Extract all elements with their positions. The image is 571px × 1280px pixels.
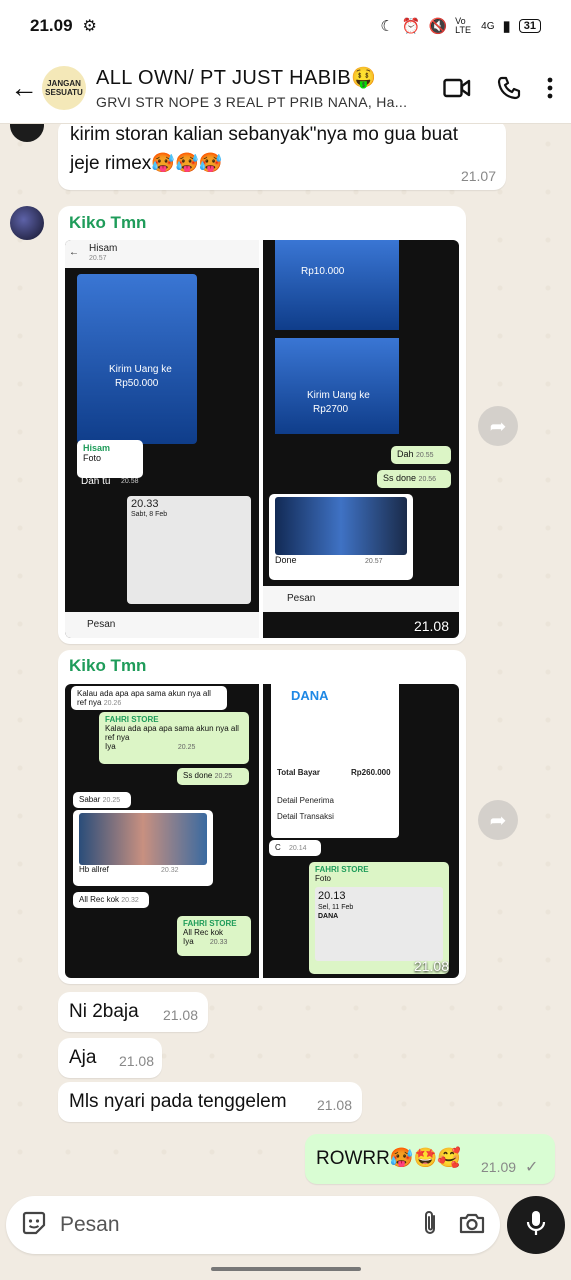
battery-icon: 31	[518, 19, 541, 33]
alarm-icon: ⏰	[401, 18, 421, 35]
sticker-icon[interactable]	[20, 1209, 48, 1242]
status-time: 21.09	[30, 16, 73, 35]
attach-icon[interactable]	[420, 1209, 440, 1242]
sender-avatar[interactable]	[10, 206, 44, 240]
message-bubble[interactable]: Aja 21.08	[58, 1038, 162, 1078]
header-text[interactable]: ALL OWN/ PT JUST HABIB🤑 GRVI STR NOPE 3 …	[96, 65, 435, 110]
mic-icon	[525, 1209, 547, 1242]
message-time: 21.07	[460, 168, 496, 184]
message-input-bar[interactable]: Pesan	[6, 1196, 500, 1254]
video-call-icon[interactable]	[443, 77, 471, 99]
message-time: 21.08	[316, 1097, 352, 1113]
message-text: Aja	[69, 1047, 97, 1068]
outgoing-message-bubble[interactable]: ROWRR🥵🤩🥰 21.09 ✓	[305, 1134, 555, 1184]
image-tile[interactable]: DANA Total Bayar Rp260.000 Detail Peneri…	[263, 684, 459, 978]
message-text: ROWRR🥵🤩🥰	[316, 1148, 461, 1169]
chat-area[interactable]: kirim storan kalian sebanyak"nya mo gua …	[0, 124, 571, 1194]
group-avatar[interactable]: JANGAN SESUATU	[42, 65, 86, 110]
signal-icon: ▮	[502, 18, 511, 35]
status-icons: ☾ ⏰ 🔇 Vo LTE 4G ▮ 31	[380, 17, 541, 35]
chat-header[interactable]: ← JANGAN SESUATU ALL OWN/ PT JUST HABIB🤑…	[0, 52, 571, 124]
message-time: 21.08	[162, 1007, 198, 1023]
message-bubble[interactable]: Ni 2baja 21.08	[58, 992, 208, 1032]
mic-button[interactable]	[507, 1196, 565, 1254]
sent-check-icon: ✓	[525, 1159, 539, 1176]
sender-name[interactable]: Kiko Tmn	[69, 656, 146, 676]
message-input[interactable]: Pesan	[60, 1213, 402, 1237]
network-label: 4G	[481, 20, 495, 32]
image-tile[interactable]: ← Hisam 20.57 Kirim Uang ke Rp50.000 His…	[65, 240, 259, 638]
message-bubble[interactable]: Mls nyari pada tenggelem 21.08	[58, 1082, 362, 1122]
status-bar: 21.09 ⚙ ☾ ⏰ 🔇 Vo LTE 4G ▮ 31	[0, 0, 571, 52]
image-tile[interactable]: Kalau ada apa apa sama akun nya all ref …	[65, 684, 259, 978]
volte-label: Vo LTE	[455, 16, 471, 35]
back-arrow-icon[interactable]: ←	[10, 73, 38, 102]
voice-call-icon[interactable]	[497, 76, 521, 100]
message-time: 21.09	[481, 1159, 517, 1175]
message-text: Ni 2baja	[69, 1001, 139, 1022]
message-text: kirim storan kalian sebanyak"nya mo gua …	[70, 124, 459, 174]
image-time: 21.08	[413, 618, 449, 634]
message-time: 21.08	[118, 1053, 154, 1069]
back-arrow-icon: ←	[69, 247, 79, 258]
more-options-icon[interactable]	[547, 76, 553, 100]
forward-icon[interactable]: ➦	[478, 800, 518, 840]
home-indicator[interactable]	[211, 1267, 361, 1271]
sender-name[interactable]: Kiko Tmn	[69, 213, 146, 233]
image-tile[interactable]: Rp10.000 Kirim Uang ke Rp2700 Dah 20.55 …	[263, 240, 459, 638]
message-text: Mls nyari pada tenggelem	[69, 1091, 287, 1112]
message-bubble[interactable]: kirim storan kalian sebanyak"nya mo gua …	[58, 124, 506, 190]
camera-icon[interactable]	[458, 1211, 486, 1240]
chat-subtitle: GRVI STR NOPE 3 REAL PT PRIB NANA, Ha...	[96, 94, 408, 110]
gear-icon: ⚙	[82, 18, 97, 35]
chat-title: ALL OWN/ PT JUST HABIB🤑	[96, 67, 377, 89]
moon-icon: ☾	[380, 18, 394, 35]
image-time: 21.08	[413, 958, 449, 974]
mute-icon: 🔇	[428, 18, 448, 35]
forward-icon[interactable]: ➦	[478, 406, 518, 446]
album-bubble[interactable]: Kiko Tmn ← Hisam 20.57 Kirim Uang ke Rp5…	[58, 206, 466, 644]
album-bubble[interactable]: Kiko Tmn Kalau ada apa apa sama akun nya…	[58, 650, 466, 984]
